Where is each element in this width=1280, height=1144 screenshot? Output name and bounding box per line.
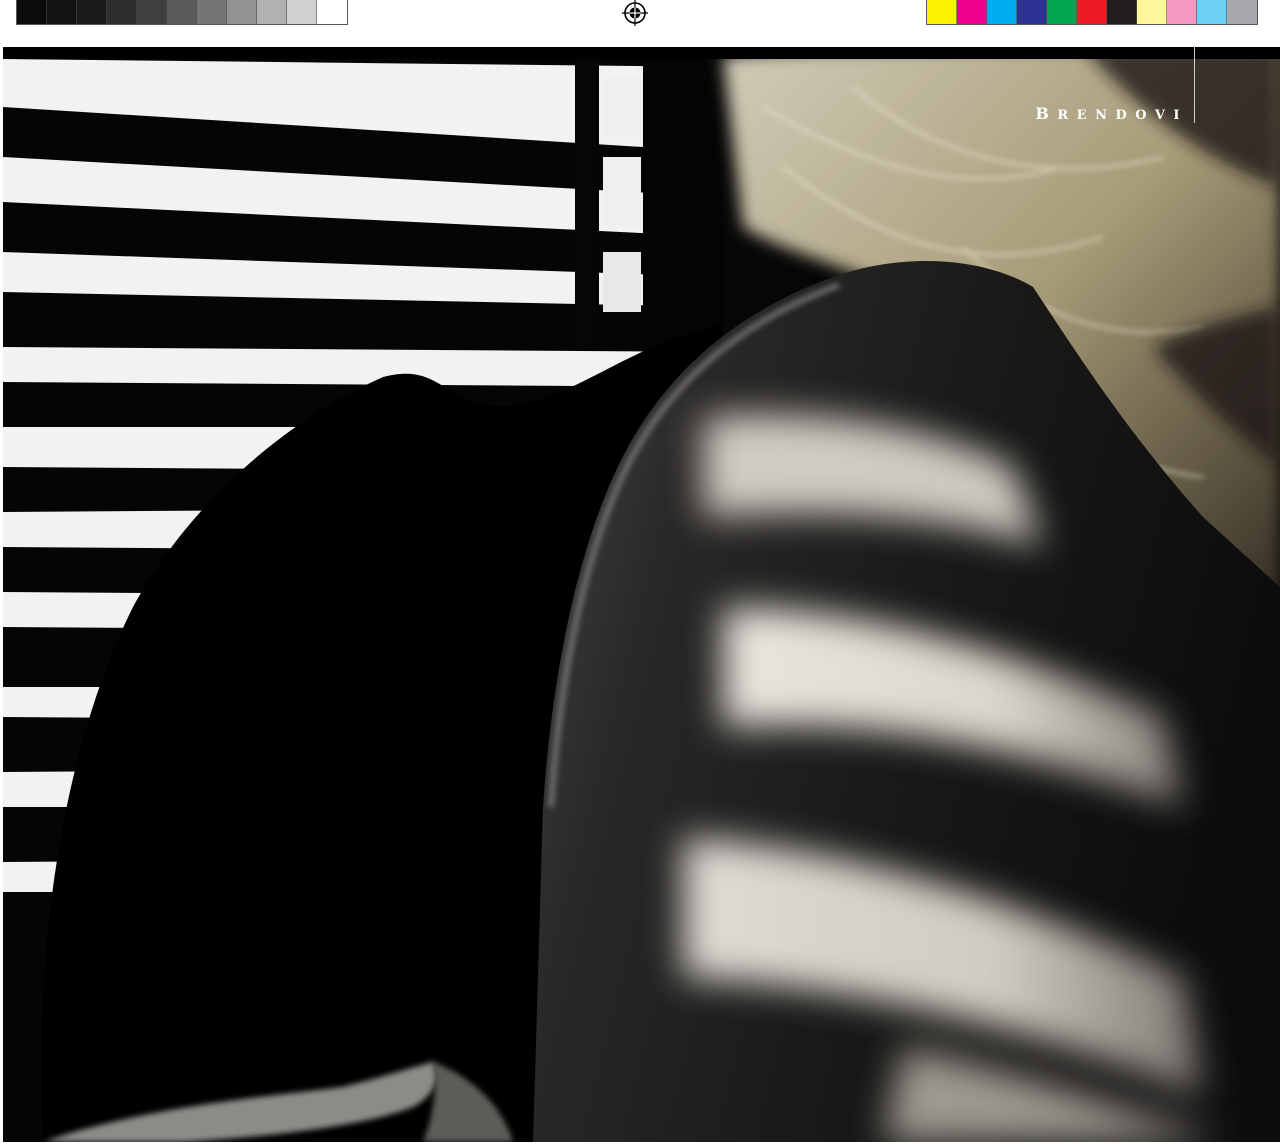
- grayscale-swatch: [257, 0, 287, 24]
- grayscale-swatch: [227, 0, 257, 24]
- grayscale-swatch: [317, 0, 347, 24]
- grayscale-swatch: [137, 0, 167, 24]
- color-swatch: [1047, 0, 1077, 24]
- color-swatch: [1107, 0, 1137, 24]
- color-swatch: [1017, 0, 1047, 24]
- color-swatch: [927, 0, 957, 24]
- grayscale-swatch: [107, 0, 137, 24]
- cover-photograph: [3, 47, 1280, 1142]
- print-marks-strip: [0, 0, 1280, 46]
- section-label-rest: RENDOVI: [1057, 108, 1188, 123]
- grayscale-swatch: [197, 0, 227, 24]
- color-swatch: [1137, 0, 1167, 24]
- color-swatch: [1227, 0, 1257, 24]
- grayscale-swatch: [47, 0, 77, 24]
- grayscale-swatch: [287, 0, 317, 24]
- section-label: BRENDOVI: [1035, 104, 1188, 123]
- section-divider-rule: [1194, 47, 1195, 123]
- grayscale-swatch: [167, 0, 197, 24]
- registration-mark-icon: [622, 0, 648, 26]
- color-swatch: [957, 0, 987, 24]
- photograph-illustration: [3, 47, 1280, 1142]
- grayscale-swatch: [17, 0, 47, 24]
- color-calibration-bar: [926, 0, 1258, 25]
- color-swatch: [1197, 0, 1227, 24]
- color-swatch: [987, 0, 1017, 24]
- grayscale-calibration-bar: [16, 0, 348, 25]
- color-swatch: [1167, 0, 1197, 24]
- section-label-initial: B: [1035, 104, 1058, 123]
- grayscale-swatch: [77, 0, 107, 24]
- color-swatch: [1077, 0, 1107, 24]
- photo-top-edge: [3, 47, 1280, 59]
